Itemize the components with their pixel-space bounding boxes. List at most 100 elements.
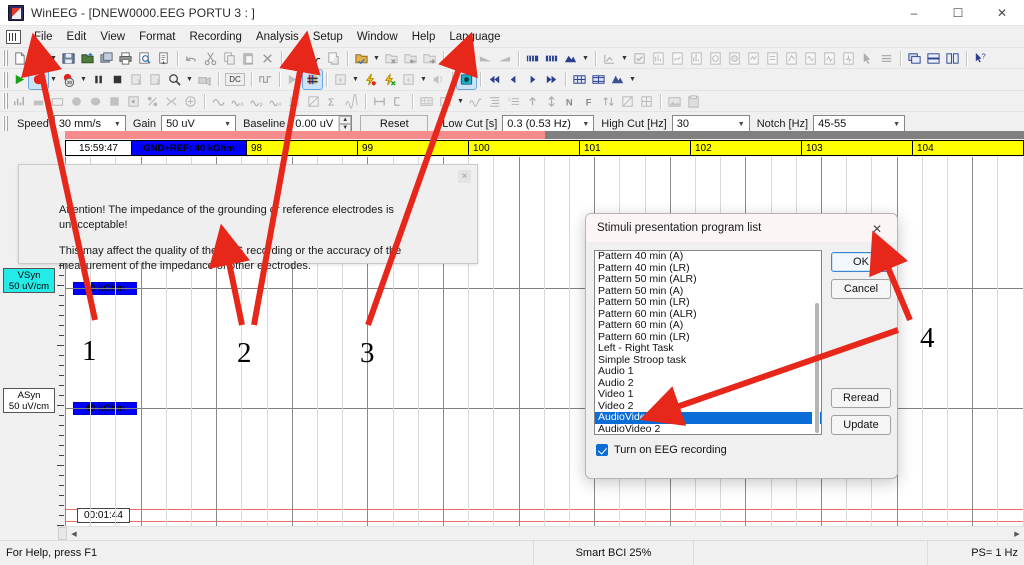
impedance-check-icon[interactable]	[331, 70, 350, 89]
patient-icon[interactable]	[448, 49, 467, 68]
menu-help[interactable]: Help	[405, 28, 443, 46]
eeg-recording-checkbox-row[interactable]: Turn on EEG recording	[596, 444, 727, 456]
clipboard-copy-icon[interactable]	[684, 92, 703, 111]
list-item[interactable]: Pattern 40 min (A)	[595, 251, 821, 263]
marker-1-icon[interactable]: 1	[127, 70, 146, 89]
list-item[interactable]: Pattern 60 min (A)	[595, 319, 821, 332]
open-eeg-dropdown-icon[interactable]: ▼	[371, 49, 382, 68]
ok-button[interactable]: OK	[831, 252, 891, 272]
stop-icon[interactable]	[108, 70, 127, 89]
page-chart-1-icon[interactable]	[649, 49, 668, 68]
trend-up-icon[interactable]	[495, 49, 514, 68]
list-item[interactable]: Left - Right Task	[595, 342, 821, 355]
gradient-fill-icon[interactable]	[285, 92, 304, 111]
zoom-icon[interactable]	[165, 70, 184, 89]
montage-table-2-icon[interactable]	[589, 70, 608, 89]
mapping-dropdown-icon[interactable]: ▼	[580, 49, 591, 68]
record-button[interactable]	[28, 69, 49, 90]
marker-place-icon[interactable]	[389, 92, 408, 111]
list-item-selected[interactable]: AudioVideo 1	[595, 411, 821, 424]
spectra-2-icon[interactable]	[542, 49, 561, 68]
close-eeg-icon[interactable]	[382, 49, 401, 68]
parameter-bar-grip[interactable]	[3, 116, 8, 132]
list-item[interactable]: AudioVideo 2	[595, 423, 821, 434]
cut-icon[interactable]	[201, 49, 220, 68]
close-button[interactable]: ✕	[980, 0, 1024, 26]
montage-table-1-icon[interactable]	[570, 70, 589, 89]
next-eeg-icon[interactable]	[420, 49, 439, 68]
page-chart-4-icon[interactable]	[763, 49, 782, 68]
scrollbar-thumb[interactable]	[58, 527, 67, 540]
align-top-icon[interactable]	[523, 92, 542, 111]
normalize-icon[interactable]: N	[561, 92, 580, 111]
impedance-dropdown-icon[interactable]: ▼	[350, 70, 361, 89]
eeg-recording-checkbox[interactable]	[596, 444, 608, 456]
channel-label-asyn[interactable]: ASyn 50 uV/cm	[3, 388, 55, 413]
video-monitor-button[interactable]	[456, 69, 477, 90]
report-icon[interactable]	[154, 49, 173, 68]
menu-language[interactable]: Language	[442, 28, 507, 46]
pause-icon[interactable]	[89, 70, 108, 89]
timed-record-icon[interactable]: 30	[59, 70, 78, 89]
copy-page-icon[interactable]	[324, 49, 343, 68]
rewind-icon[interactable]	[485, 70, 504, 89]
toolbar-grip[interactable]	[3, 71, 8, 88]
print-icon[interactable]	[116, 49, 135, 68]
percent-icon[interactable]	[143, 92, 162, 111]
table-dropdown-icon[interactable]: ▼	[455, 92, 466, 111]
baseline-spin-buttons[interactable]: ▲ ▼	[338, 116, 352, 132]
record-dropdown-icon[interactable]: ▼	[48, 70, 59, 89]
page-map-3-icon[interactable]	[744, 49, 763, 68]
stimulation-on-icon[interactable]	[361, 70, 380, 89]
menu-analysis[interactable]: Analysis	[249, 28, 306, 46]
photo-stim-icon[interactable]	[399, 70, 418, 89]
play-monitor-icon[interactable]	[10, 70, 29, 89]
timed-record-dropdown-icon[interactable]: ▼	[78, 70, 89, 89]
menu-file[interactable]: File	[27, 28, 60, 46]
new-file-icon[interactable]	[10, 49, 29, 68]
menu-setup[interactable]: Setup	[306, 28, 350, 46]
cancel-button[interactable]: Cancel	[831, 279, 891, 299]
grid-table-icon[interactable]	[417, 92, 436, 111]
open-file-icon[interactable]	[29, 49, 48, 68]
brain-map-icon[interactable]	[181, 92, 200, 111]
ellipse-icon[interactable]	[86, 92, 105, 111]
tile-vertical-icon[interactable]	[943, 49, 962, 68]
square-filled-icon[interactable]	[105, 92, 124, 111]
scatter-icon[interactable]	[162, 92, 181, 111]
page-chart-5-icon[interactable]	[782, 49, 801, 68]
crossed-box-icon[interactable]	[618, 92, 637, 111]
page-chart-7-icon[interactable]	[820, 49, 839, 68]
chevron-down-icon[interactable]: ▼	[110, 121, 125, 128]
spectra-1-icon[interactable]	[523, 49, 542, 68]
reread-button[interactable]: Reread	[831, 388, 891, 408]
sigma-icon[interactable]: Σ	[323, 92, 342, 111]
save-icon[interactable]	[59, 49, 78, 68]
list-item[interactable]: Pattern 50 min (LR)	[595, 296, 821, 309]
close-icon[interactable]: ×	[458, 170, 471, 183]
histogram-icon[interactable]	[10, 92, 29, 111]
find-icon[interactable]	[286, 49, 305, 68]
wave-sine-icon[interactable]	[209, 92, 228, 111]
checkmark-box-icon[interactable]	[630, 49, 649, 68]
menu-edit[interactable]: Edit	[60, 28, 94, 46]
mapping-icon[interactable]	[561, 49, 580, 68]
zoom-dropdown-icon[interactable]: ▼	[184, 70, 195, 89]
horizontal-scrollbar[interactable]: ◀ ▶	[57, 526, 1024, 540]
align-both-icon[interactable]	[542, 92, 561, 111]
wave-gamma-icon[interactable]: g	[247, 92, 266, 111]
list-item[interactable]: Video 1	[595, 388, 821, 401]
spectrum-trace-icon[interactable]	[342, 92, 361, 111]
list-item[interactable]: Pattern 50 min (ALR)	[595, 273, 821, 286]
copy-icon[interactable]	[220, 49, 239, 68]
minimize-button[interactable]: –	[892, 0, 936, 26]
page-map-2-icon[interactable]	[725, 49, 744, 68]
chevron-down-icon[interactable]: ▼	[889, 121, 904, 128]
list-number-icon[interactable]: 1	[504, 92, 523, 111]
listbox-scroll-thumb[interactable]	[815, 303, 819, 433]
menu-view[interactable]: View	[93, 28, 132, 46]
save-as-icon[interactable]	[78, 49, 97, 68]
circle-filled-icon[interactable]	[67, 92, 86, 111]
toolbar-grip[interactable]	[3, 93, 8, 109]
dialog-close-icon[interactable]: ✕	[857, 214, 897, 243]
